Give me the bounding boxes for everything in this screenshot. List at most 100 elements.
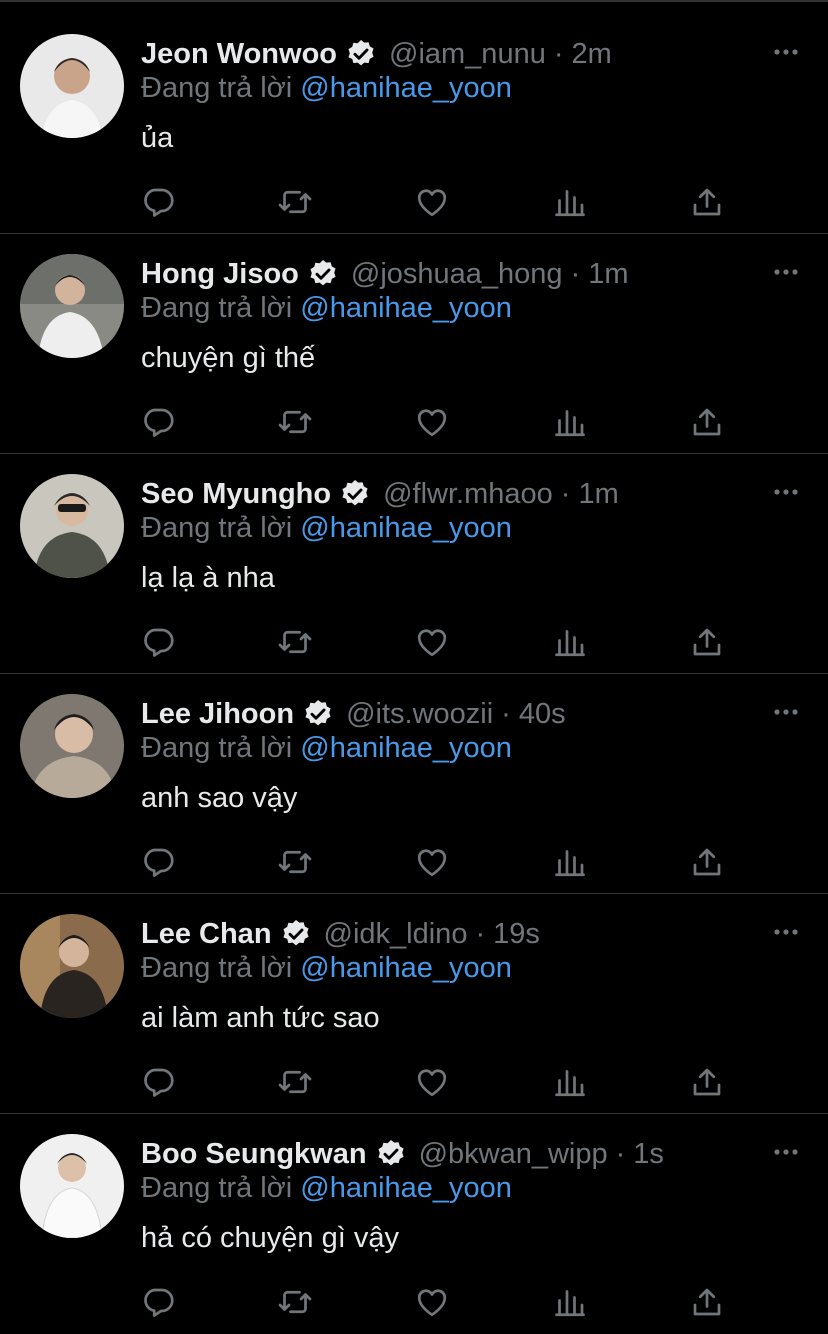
tweet[interactable]: Seo Myungho @flwr.mhaoo · 1m Đang trả lờ… — [0, 454, 828, 674]
retweet-icon[interactable] — [277, 1284, 313, 1320]
reply-icon[interactable] — [140, 1284, 176, 1320]
handle[interactable]: @idk_ldino — [324, 918, 468, 951]
action-bar — [138, 184, 738, 220]
share-icon[interactable] — [689, 844, 725, 880]
reply-icon[interactable] — [140, 624, 176, 660]
reply-icon[interactable] — [140, 404, 176, 440]
dot-separator: · — [560, 477, 571, 510]
display-name[interactable]: Hong Jisoo — [141, 258, 299, 291]
share-icon[interactable] — [689, 624, 725, 660]
share-icon[interactable] — [689, 1284, 725, 1320]
replying-to-label: Đang trả lời — [141, 72, 293, 104]
dot-separator: · — [615, 1137, 626, 1170]
timestamp[interactable]: 19s — [493, 918, 540, 951]
avatar[interactable] — [20, 694, 124, 798]
top-divider — [0, 0, 828, 2]
timestamp[interactable]: 1m — [578, 478, 618, 511]
mention-link[interactable]: @hanihae_yoon — [300, 72, 512, 104]
like-icon[interactable] — [414, 1284, 450, 1320]
share-icon[interactable] — [689, 1064, 725, 1100]
retweet-icon[interactable] — [277, 184, 313, 220]
more-icon[interactable] — [772, 42, 800, 62]
more-icon[interactable] — [772, 922, 800, 942]
tweet[interactable]: Boo Seungkwan @bkwan_wipp · 1s Đang trả … — [0, 1114, 828, 1334]
replying-to-label: Đang trả lời — [141, 512, 293, 544]
avatar[interactable] — [20, 1134, 124, 1238]
avatar[interactable] — [20, 474, 124, 578]
mention-link[interactable]: @hanihae_yoon — [300, 952, 512, 984]
reply-icon[interactable] — [140, 844, 176, 880]
like-icon[interactable] — [414, 404, 450, 440]
share-icon[interactable] — [689, 184, 725, 220]
timestamp[interactable]: 2m — [572, 38, 612, 71]
views-icon[interactable] — [552, 184, 588, 220]
replying-to-label: Đang trả lời — [141, 1172, 293, 1204]
tweet[interactable]: Jeon Wonwoo @iam_nunu · 2m Đang trả lời … — [0, 14, 828, 234]
avatar[interactable] — [20, 34, 124, 138]
replying-to-label: Đang trả lời — [141, 952, 293, 984]
views-icon[interactable] — [552, 844, 588, 880]
share-icon[interactable] — [689, 404, 725, 440]
mention-link[interactable]: @hanihae_yoon — [300, 732, 512, 764]
dot-separator: · — [475, 917, 486, 950]
display-name[interactable]: Jeon Wonwoo — [141, 38, 337, 71]
verified-badge-icon — [302, 698, 334, 730]
dot-separator: · — [570, 257, 581, 290]
handle[interactable]: @flwr.mhaoo — [383, 478, 553, 511]
like-icon[interactable] — [414, 844, 450, 880]
tweet-text: ủa — [141, 122, 174, 154]
timestamp[interactable]: 1s — [633, 1138, 664, 1171]
reply-icon[interactable] — [140, 1064, 176, 1100]
timestamp[interactable]: 1m — [588, 258, 628, 291]
retweet-icon[interactable] — [277, 844, 313, 880]
more-icon[interactable] — [772, 262, 800, 282]
replying-to: Đang trả lời @hanihae_yoon — [141, 952, 512, 985]
views-icon[interactable] — [552, 1064, 588, 1100]
handle[interactable]: @joshuaa_hong — [351, 258, 563, 291]
more-icon[interactable] — [772, 482, 800, 502]
handle[interactable]: @bkwan_wipp — [419, 1138, 608, 1171]
action-bar — [138, 624, 738, 660]
display-name[interactable]: Lee Jihoon — [141, 698, 294, 731]
handle[interactable]: @its.woozii — [346, 698, 493, 731]
like-icon[interactable] — [414, 1064, 450, 1100]
replying-to: Đang trả lời @hanihae_yoon — [141, 1172, 512, 1205]
tweet-text: chuyện gì thế — [141, 342, 316, 374]
replying-to: Đang trả lời @hanihae_yoon — [141, 732, 512, 765]
replying-to-label: Đang trả lời — [141, 292, 293, 324]
avatar[interactable] — [20, 914, 124, 1018]
verified-badge-icon — [375, 1138, 407, 1170]
retweet-icon[interactable] — [277, 624, 313, 660]
like-icon[interactable] — [414, 184, 450, 220]
avatar[interactable] — [20, 254, 124, 358]
more-icon[interactable] — [772, 702, 800, 722]
tweet[interactable]: Lee Chan @idk_ldino · 19s Đang trả lời @… — [0, 894, 828, 1114]
timestamp[interactable]: 40s — [519, 698, 566, 731]
tweet[interactable]: Lee Jihoon @its.woozii · 40s Đang trả lờ… — [0, 674, 828, 894]
views-icon[interactable] — [552, 404, 588, 440]
verified-badge-icon — [307, 258, 339, 290]
reply-icon[interactable] — [140, 184, 176, 220]
action-bar — [138, 844, 738, 880]
action-bar — [138, 1064, 738, 1100]
like-icon[interactable] — [414, 624, 450, 660]
retweet-icon[interactable] — [277, 404, 313, 440]
dot-separator: · — [501, 697, 511, 730]
tweet[interactable]: Hong Jisoo @joshuaa_hong · 1m Đang trả l… — [0, 234, 828, 454]
reply-feed: Jeon Wonwoo @iam_nunu · 2m Đang trả lời … — [0, 14, 828, 1334]
verified-badge-icon — [280, 918, 312, 950]
more-icon[interactable] — [772, 1142, 800, 1162]
views-icon[interactable] — [552, 624, 588, 660]
handle[interactable]: @iam_nunu — [389, 38, 546, 71]
display-name[interactable]: Seo Myungho — [141, 478, 331, 511]
mention-link[interactable]: @hanihae_yoon — [300, 292, 512, 324]
mention-link[interactable]: @hanihae_yoon — [300, 512, 512, 544]
action-bar — [138, 404, 738, 440]
mention-link[interactable]: @hanihae_yoon — [300, 1172, 512, 1204]
replying-to-label: Đang trả lời — [141, 732, 293, 764]
retweet-icon[interactable] — [277, 1064, 313, 1100]
views-icon[interactable] — [552, 1284, 588, 1320]
display-name[interactable]: Lee Chan — [141, 918, 272, 951]
display-name[interactable]: Boo Seungkwan — [141, 1138, 367, 1171]
action-bar — [138, 1284, 738, 1320]
